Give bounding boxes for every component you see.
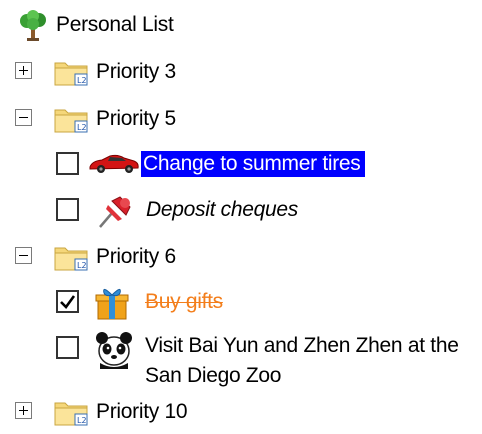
task-label: Visit Bai Yun and Zhen Zhen at the San D… (145, 334, 459, 387)
tree-node-priority-3[interactable]: L2 Priority 3 (0, 48, 482, 94)
folder-icon: L2 (53, 57, 89, 93)
task-label: Buy gifts (145, 290, 223, 313)
task-item[interactable]: Change to summer tires (0, 141, 482, 187)
task-tree: Personal List L2 Priority 3 L2 Priority … (0, 0, 482, 434)
task-checkbox[interactable] (56, 290, 79, 313)
svg-text:L2: L2 (77, 416, 87, 425)
expand-button[interactable] (15, 62, 32, 79)
car-icon (88, 153, 140, 181)
task-item[interactable]: Deposit cheques (0, 187, 482, 233)
task-item[interactable]: Visit Bai Yun and Zhen Zhen at the San D… (0, 325, 482, 391)
tree-node-priority-6[interactable]: L2 Priority 6 (0, 233, 482, 279)
task-label: Change to summer tires (141, 151, 365, 177)
tree-node-priority-10[interactable]: L2 Priority 10 (0, 388, 482, 434)
expand-button[interactable] (15, 402, 32, 419)
svg-text:L2: L2 (77, 261, 87, 270)
folder-icon: L2 (53, 104, 89, 140)
task-checkbox[interactable] (56, 336, 79, 359)
tree-node-priority-5[interactable]: L2 Priority 5 (0, 95, 482, 141)
folder-icon: L2 (53, 242, 89, 278)
svg-text:L2: L2 (77, 123, 87, 132)
pushpin-icon (94, 193, 134, 235)
gift-icon (94, 285, 130, 327)
tree-icon (19, 10, 47, 48)
checkmark-icon (60, 295, 76, 309)
group-label: Priority 3 (96, 60, 176, 83)
task-checkbox[interactable] (56, 152, 79, 175)
group-label: Priority 5 (96, 107, 176, 130)
group-label: Priority 6 (96, 245, 176, 268)
panda-icon (94, 329, 134, 375)
task-label: Deposit cheques (146, 198, 298, 221)
collapse-button[interactable] (15, 109, 32, 126)
collapse-button[interactable] (15, 247, 32, 264)
task-item[interactable]: Buy gifts (0, 279, 482, 325)
svg-text:L2: L2 (77, 76, 87, 85)
group-label: Priority 10 (96, 400, 188, 423)
tree-root[interactable]: Personal List (0, 2, 482, 48)
task-checkbox[interactable] (56, 198, 79, 221)
folder-icon: L2 (53, 397, 89, 433)
root-label: Personal List (56, 13, 174, 36)
